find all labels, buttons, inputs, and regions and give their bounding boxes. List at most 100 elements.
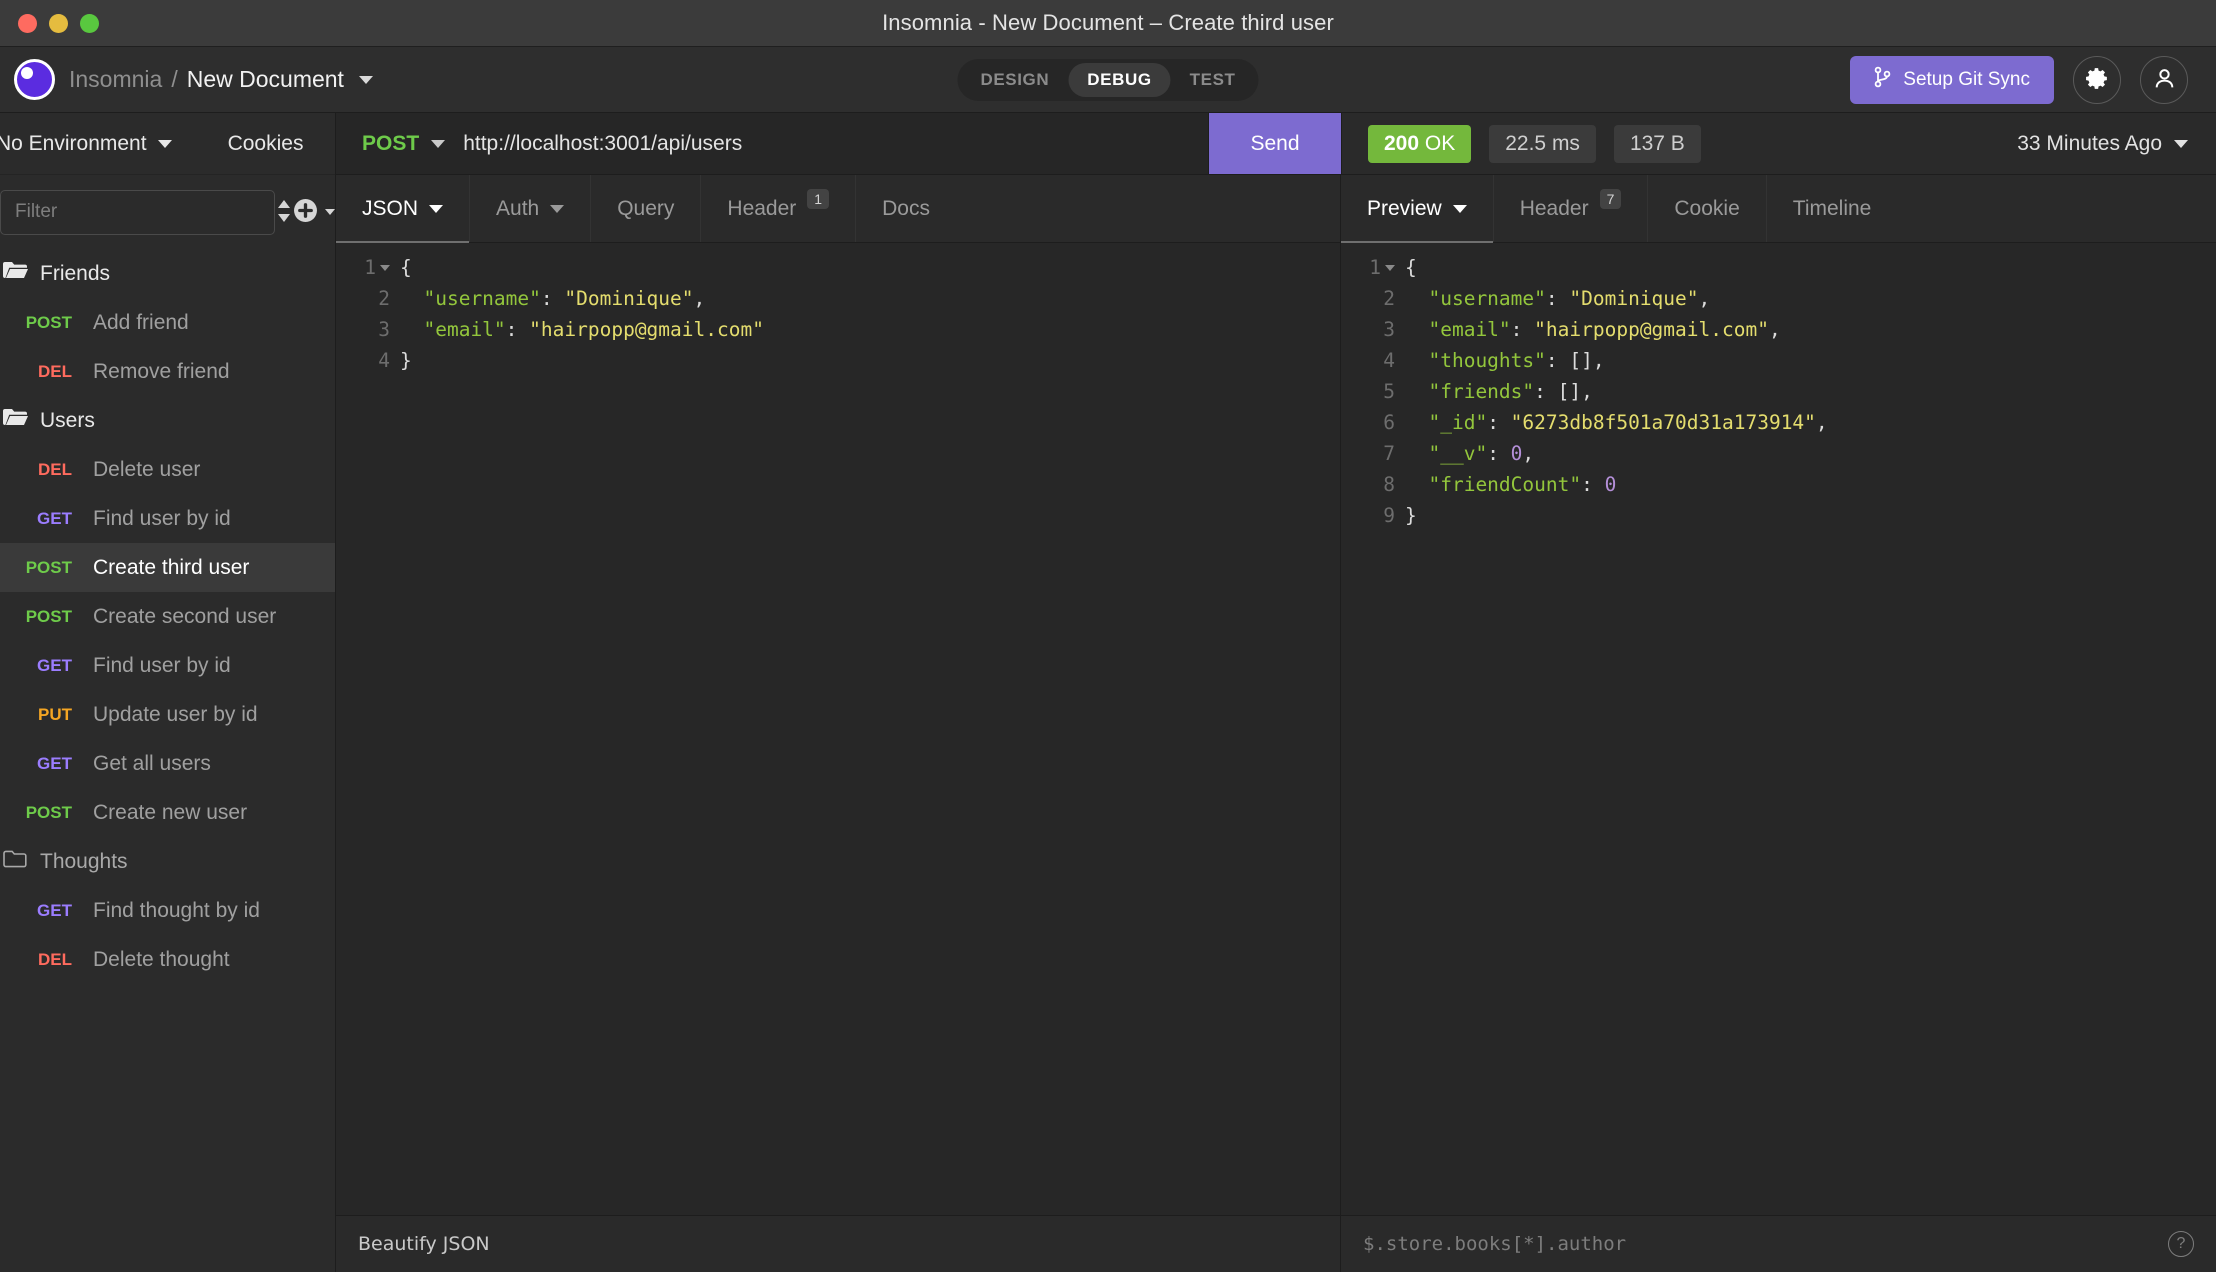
- line-number: 3: [1383, 318, 1395, 341]
- response-tab-cookie[interactable]: Cookie: [1648, 175, 1767, 242]
- close-window-button[interactable]: [18, 13, 37, 33]
- sort-requests-button[interactable]: [275, 198, 293, 227]
- sidebar-request-item[interactable]: DEL Delete user: [0, 445, 335, 494]
- add-request-button[interactable]: [293, 198, 335, 226]
- tab-design[interactable]: DESIGN: [961, 63, 1068, 97]
- response-timestamp: 33 Minutes Ago: [2017, 131, 2162, 155]
- account-button[interactable]: [2140, 55, 2188, 104]
- response-tab-preview[interactable]: Preview: [1341, 175, 1494, 243]
- fold-toggle-icon[interactable]: [1385, 264, 1395, 271]
- app-body: No Environment Cookies Filter Friends PO…: [0, 113, 2216, 1272]
- request-method-badge: POST: [25, 557, 72, 577]
- tab-debug[interactable]: DEBUG: [1068, 62, 1171, 97]
- sidebar-folder-thoughts[interactable]: Thoughts: [0, 837, 335, 886]
- brand: Insomnia / New Document: [14, 59, 373, 100]
- request-tab-docs[interactable]: Docs: [856, 175, 956, 242]
- chevron-down-icon: [550, 204, 565, 213]
- window-title: Insomnia - New Document – Create third u…: [882, 10, 1334, 35]
- sidebar-request-item[interactable]: POST Create new user: [0, 788, 335, 837]
- request-item-label: Find user by id: [93, 506, 231, 530]
- sidebar-folder-users[interactable]: Users: [0, 396, 335, 445]
- code-line: "email": "hairpopp@gmail.com",: [1405, 318, 1781, 341]
- breadcrumb-app-name: Insomnia: [69, 66, 163, 92]
- fold-toggle-icon[interactable]: [380, 264, 390, 271]
- insomnia-logo-icon: [14, 59, 55, 100]
- sidebar-folder-label: Friends: [40, 261, 111, 285]
- sidebar-request-item[interactable]: GET Get all users: [0, 739, 335, 788]
- panes: JSON Auth Query Header 1 Docs 1 2 3 4 { "usernam…: [336, 175, 2216, 1272]
- tab-test[interactable]: TEST: [1171, 63, 1255, 97]
- request-item-label: Find user by id: [93, 653, 231, 677]
- sidebar-request-item[interactable]: POST Add friend: [0, 298, 335, 347]
- setup-git-sync-button[interactable]: Setup Git Sync: [1850, 55, 2054, 104]
- maximize-window-button[interactable]: [80, 13, 99, 33]
- request-method-badge: DEL: [38, 949, 72, 969]
- sidebar-filter-input[interactable]: [0, 189, 275, 235]
- sidebar-folder-label: Thoughts: [40, 849, 128, 873]
- sidebar-request-item[interactable]: PUT Update user by id: [0, 690, 335, 739]
- breadcrumb-separator: /: [171, 66, 178, 92]
- response-filter-input[interactable]: [1363, 1233, 2168, 1255]
- response-meta-bar: 200 OK 22.5 ms 137 B 33 Minutes Ago: [1341, 113, 2216, 174]
- sidebar-request-item[interactable]: GET Find thought by id: [0, 886, 335, 935]
- sidebar-request-item[interactable]: DEL Delete thought: [0, 935, 335, 984]
- request-body-editor[interactable]: 1 2 3 4 { "username": "Dominique", "email":…: [336, 243, 1340, 1215]
- chevron-down-icon: [2174, 139, 2188, 148]
- settings-button[interactable]: [2073, 55, 2121, 104]
- code-line: {: [400, 256, 412, 279]
- main-area: POST Send 200 OK 22.5 ms 137 B 33 Minute…: [336, 113, 2216, 1272]
- breadcrumb-document-name[interactable]: New Document: [187, 66, 344, 93]
- minimize-window-button[interactable]: [49, 13, 68, 33]
- sidebar-request-item[interactable]: DEL Remove friend: [0, 347, 335, 396]
- code-line: "username": "Dominique",: [400, 287, 706, 310]
- folder-open-icon: [2, 407, 28, 434]
- code-line: "email": "hairpopp@gmail.com": [400, 318, 764, 341]
- status-code: 200: [1384, 131, 1420, 155]
- request-method-badge: GET: [37, 753, 72, 773]
- response-tab-row: Preview Header 7 Cookie Timeline: [1341, 175, 2216, 243]
- plus-circle-icon: [293, 198, 318, 226]
- tab-label: Cookie: [1674, 196, 1740, 220]
- url-bar: POST Send 200 OK 22.5 ms 137 B 33 Minute…: [336, 113, 2216, 175]
- request-method-badge: PUT: [38, 704, 72, 724]
- status-text: OK: [1424, 131, 1456, 155]
- request-method-selector[interactable]: POST: [336, 132, 463, 156]
- sidebar-request-item[interactable]: GET Find user by id: [0, 641, 335, 690]
- sidebar-folder-label: Users: [40, 408, 95, 432]
- request-item-label: Update user by id: [93, 702, 258, 726]
- request-body-code[interactable]: { "username": "Dominique", "email": "hai…: [400, 252, 1340, 1215]
- request-url-input[interactable]: [463, 131, 1208, 156]
- beautify-json-button[interactable]: Beautify JSON: [358, 1233, 490, 1255]
- sidebar-folder-friends[interactable]: Friends: [0, 249, 335, 298]
- request-item-label: Delete user: [93, 457, 201, 481]
- chevron-down-icon[interactable]: [358, 75, 373, 84]
- traffic-lights: [0, 13, 99, 33]
- response-tab-header[interactable]: Header 7: [1494, 175, 1649, 242]
- sidebar-request-item[interactable]: GET Find user by id: [0, 494, 335, 543]
- request-tab-header[interactable]: Header 1: [701, 175, 857, 242]
- response-tab-timeline[interactable]: Timeline: [1767, 175, 1898, 242]
- environment-selector[interactable]: No Environment: [0, 132, 172, 156]
- request-method-badge: POST: [25, 606, 72, 626]
- request-item-label: Add friend: [93, 310, 189, 334]
- request-tab-auth[interactable]: Auth: [470, 175, 592, 242]
- response-body-viewer[interactable]: 1 2 3 4 5 6 7 8 9 { "username": "Dominique", "em…: [1341, 243, 2216, 1215]
- line-number: 2: [1383, 287, 1395, 310]
- send-request-button[interactable]: Send: [1209, 113, 1341, 174]
- request-tab-row: JSON Auth Query Header 1 Docs: [336, 175, 1340, 243]
- help-icon[interactable]: ?: [2168, 1231, 2194, 1257]
- request-tab-json[interactable]: JSON: [336, 175, 471, 243]
- request-method-badge: GET: [37, 900, 72, 920]
- request-item-label: Find thought by id: [93, 898, 260, 922]
- chevron-down-icon: [431, 139, 446, 148]
- cookies-button[interactable]: Cookies: [228, 132, 304, 156]
- tab-label: Preview: [1367, 196, 1442, 220]
- sidebar-request-item[interactable]: POST Create third user: [0, 543, 335, 592]
- environment-label: No Environment: [0, 131, 147, 155]
- request-method-badge: DEL: [38, 361, 72, 381]
- sidebar-request-item[interactable]: POST Create second user: [0, 592, 335, 641]
- response-history-selector[interactable]: 33 Minutes Ago: [2017, 132, 2188, 156]
- request-tab-query[interactable]: Query: [591, 175, 702, 242]
- request-editor-gutter: 1 2 3 4: [336, 252, 400, 1215]
- code-line: }: [1405, 504, 1417, 527]
